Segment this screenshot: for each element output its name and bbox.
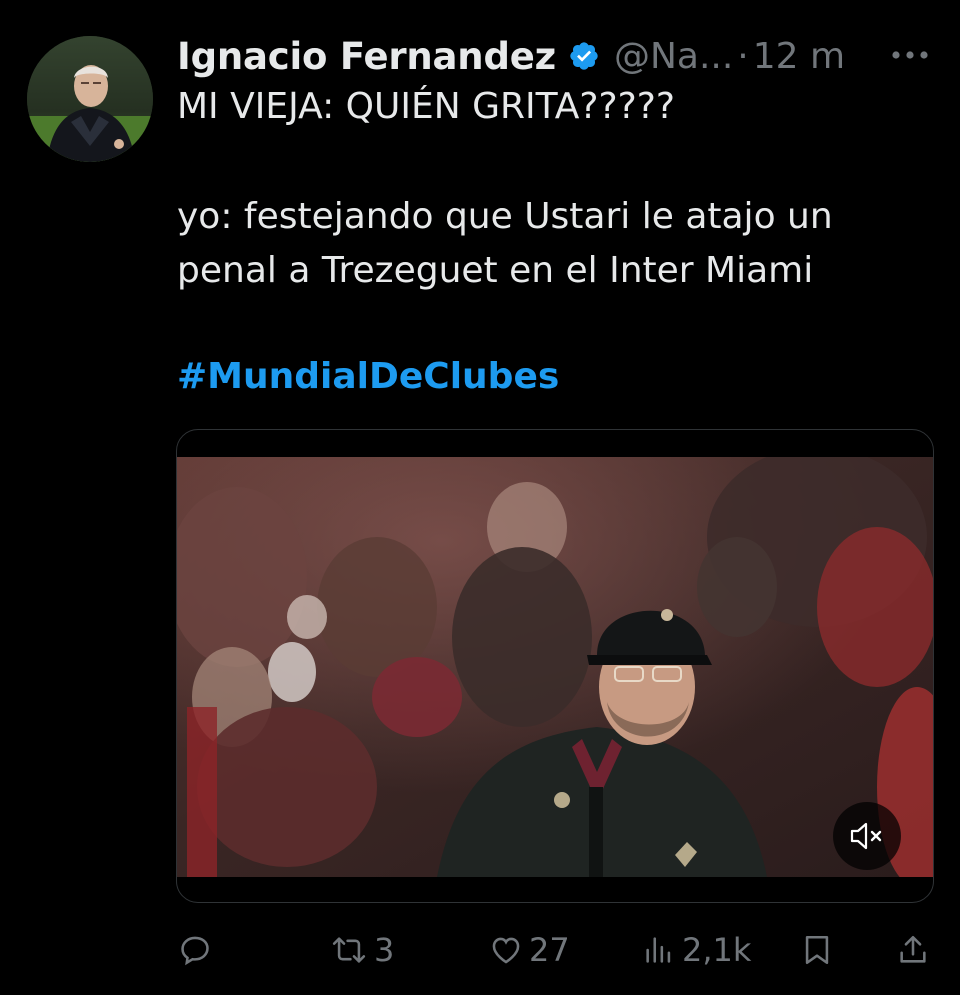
video-frame-image [177,457,933,877]
video-player[interactable] [177,457,933,877]
bookmark-button[interactable] [800,922,834,978]
avatar-image [27,36,153,162]
tweet-text-line: yo: festejando que Ustari le atajo un [177,196,833,237]
speaker-muted-icon [850,822,882,850]
hashtag-link[interactable]: #MundialDeClubes [177,356,559,397]
share-icon [900,935,926,963]
heart-icon [492,937,520,964]
verified-badge-icon [570,42,598,70]
author-avatar[interactable] [27,36,153,162]
tweet-card[interactable]: Ignacio Fernandez @Na... · 12 m MI VIEJA… [0,0,960,995]
views-chart-icon [646,937,671,963]
more-options-icon[interactable] [890,38,930,68]
author-handle[interactable]: @Na... [614,36,733,77]
tweet-actions-bar: 3 27 2,1k [176,922,936,978]
share-button[interactable] [896,922,930,978]
retweet-icon [332,937,366,963]
bookmark-icon [805,935,829,965]
like-count: 27 [529,931,570,969]
author-display-name[interactable]: Ignacio Fernandez [177,35,556,78]
views-count: 2,1k [682,931,752,969]
tweet-media[interactable] [176,429,934,903]
mute-toggle-button[interactable] [833,802,901,870]
reply-button[interactable] [178,922,212,978]
separator-dot: · [737,35,749,77]
like-button[interactable]: 27 [489,922,570,978]
tweet-text-line: penal a Trezeguet en el Inter Miami [177,250,814,291]
retweet-button[interactable]: 3 [330,922,394,978]
retweet-count: 3 [374,931,395,969]
tweet-header: Ignacio Fernandez @Na... · 12 m [177,30,937,82]
tweet-text-line: MI VIEJA: QUIÉN GRITA????? [177,86,675,127]
reply-icon [181,936,209,966]
tweet-timestamp[interactable]: 12 m [753,36,845,77]
views-button[interactable]: 2,1k [642,922,751,978]
